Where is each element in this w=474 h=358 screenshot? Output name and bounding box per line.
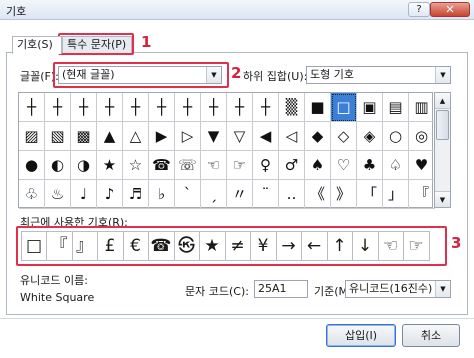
annotation-box-2 <box>53 62 229 88</box>
symbol-cell[interactable]: ◁ <box>279 122 305 151</box>
subset-label: 하위 집합(U): <box>243 70 308 83</box>
symbol-cell[interactable]: ┼ <box>71 93 97 122</box>
symbol-cell[interactable]: ◑ <box>71 151 97 180</box>
help-button[interactable]: ? <box>408 2 430 17</box>
symbol-cell[interactable]: ˏ <box>201 180 227 209</box>
subset-select[interactable]: 도형 기호 ▼ <box>306 66 451 84</box>
symbol-cell[interactable]: ▥ <box>409 93 435 122</box>
symbol-cell[interactable]: ☏ <box>175 151 201 180</box>
footer-divider <box>0 318 474 319</box>
symbol-cell[interactable]: ┼ <box>149 93 175 122</box>
symbol-cell[interactable]: ¨ <box>253 180 279 209</box>
symbol-grid: ┼ ┼ ┼ ┼ ┼ ┼ ┼ ┼ ┼ ┼ ▒ ■ □ ▣ ▤ ▥ ▨ ▧ ▩ ▲ △ ▶ ▷ ▼ ▽ ◀ ◁ ◆ ◇ ◈ ○ ◎ ● ◐ ◑ ★ ☆ ☎ ☏ ☜… <box>18 92 435 209</box>
symbol-cell[interactable]: ♥ <box>409 151 435 180</box>
symbol-cell[interactable]: ■ <box>305 93 331 122</box>
symbol-cell[interactable]: △ <box>123 122 149 151</box>
symbol-cell[interactable]: ▧ <box>45 122 71 151</box>
symbol-cell[interactable]: ♨ <box>45 180 71 209</box>
symbol-cell[interactable]: ♠ <box>305 151 331 180</box>
symbol-cell[interactable]: ♀ <box>253 151 279 180</box>
symbol-cell[interactable]: ◐ <box>45 151 71 180</box>
annotation-label-3: 3 <box>451 234 462 252</box>
scroll-down-icon[interactable]: ▼ <box>435 191 450 207</box>
symbol-cell[interactable]: ▣ <box>357 93 383 122</box>
annotation-label-2: 2 <box>231 64 242 82</box>
symbol-cell[interactable]: ♡ <box>331 151 357 180</box>
symbol-cell[interactable]: 《 <box>305 180 331 209</box>
unicode-name-value: White Square <box>20 291 95 304</box>
symbol-cell[interactable]: ▶ <box>149 122 175 151</box>
from-select-value: 유니코드(16진수) <box>349 282 433 295</box>
annotation-box-1 <box>58 33 134 55</box>
symbol-cell[interactable]: 」 <box>383 180 409 209</box>
chevron-down-icon[interactable]: ▼ <box>435 67 450 83</box>
subset-select-value: 도형 기호 <box>310 68 354 81</box>
title-bar: 기호 ? ✕ <box>0 0 474 20</box>
symbol-cell[interactable]: ☜ <box>201 151 227 180</box>
char-code-label: 문자 코드(C): <box>185 285 249 298</box>
symbol-cell[interactable]: 「 <box>357 180 383 209</box>
symbol-cell[interactable]: ♂ <box>279 151 305 180</box>
symbol-cell[interactable]: ○ <box>383 122 409 151</box>
from-select[interactable]: 유니코드(16진수) ▼ <box>345 280 451 298</box>
symbol-cell[interactable]: 》 <box>331 180 357 209</box>
symbol-cell[interactable]: ┼ <box>175 93 201 122</box>
symbol-cell[interactable]: ♬ <box>123 180 149 209</box>
symbol-cell[interactable]: ▷ <box>175 122 201 151</box>
window-title: 기호 <box>6 5 27 18</box>
symbol-cell[interactable]: ˋ <box>175 180 201 209</box>
insert-button[interactable]: 삽입(I) <box>326 324 396 347</box>
symbol-grid-scrollbar[interactable]: ▲ ▼ <box>434 92 451 208</box>
symbol-cell[interactable]: ▨ <box>19 122 45 151</box>
symbol-cell[interactable]: ▤ <box>383 93 409 122</box>
annotation-box-3 <box>16 226 447 266</box>
symbol-cell[interactable]: ♪ <box>97 180 123 209</box>
symbol-cell[interactable]: ┼ <box>227 93 253 122</box>
symbol-cell[interactable]: □ <box>331 93 357 122</box>
symbol-cell[interactable]: ▒ <box>279 93 305 122</box>
symbol-cell[interactable]: ☞ <box>227 151 253 180</box>
scroll-thumb[interactable] <box>436 110 449 140</box>
symbol-cell[interactable]: ● <box>19 151 45 180</box>
scroll-up-icon[interactable]: ▲ <box>435 93 450 109</box>
symbol-cell[interactable]: ★ <box>97 151 123 180</box>
symbol-cell[interactable]: ┼ <box>253 93 279 122</box>
symbol-cell[interactable]: ▲ <box>97 122 123 151</box>
symbol-cell[interactable]: ☎ <box>149 151 175 180</box>
symbol-cell[interactable]: 『 <box>409 180 435 209</box>
symbol-cell[interactable]: ◈ <box>357 122 383 151</box>
chevron-down-icon[interactable]: ▼ <box>435 281 450 297</box>
symbol-cell[interactable]: ☆ <box>123 151 149 180</box>
symbol-cell[interactable]: ◎ <box>409 122 435 151</box>
symbol-cell[interactable]: ◀ <box>253 122 279 151</box>
symbol-cell[interactable]: ◇ <box>331 122 357 151</box>
symbol-cell[interactable]: ♩ <box>71 180 97 209</box>
cancel-button[interactable]: 취소 <box>402 324 460 347</box>
symbol-cell[interactable]: ┼ <box>123 93 149 122</box>
symbol-cell[interactable]: ♭ <box>149 180 175 209</box>
symbol-cell[interactable]: ♤ <box>383 151 409 180</box>
annotation-label-1: 1 <box>141 33 152 51</box>
symbol-cell[interactable]: ┼ <box>201 93 227 122</box>
close-button[interactable]: ✕ <box>430 2 470 17</box>
symbol-cell[interactable]: ▽ <box>227 122 253 151</box>
symbol-cell[interactable]: ▩ <box>71 122 97 151</box>
char-code-input[interactable]: 25A1 <box>254 280 308 298</box>
symbol-cell[interactable]: ┼ <box>19 93 45 122</box>
symbol-cell[interactable]: ┼ <box>45 93 71 122</box>
symbol-cell[interactable]: ‥ <box>279 180 305 209</box>
symbol-cell[interactable]: ┼ <box>97 93 123 122</box>
symbol-cell[interactable]: ♣ <box>357 151 383 180</box>
tab-symbols[interactable]: 기호(S) <box>12 36 62 54</box>
symbol-cell[interactable]: ▼ <box>201 122 227 151</box>
symbol-cell[interactable]: 〃 <box>227 180 253 209</box>
symbol-cell[interactable]: ♧ <box>19 180 45 209</box>
unicode-name-label: 유니코드 이름: <box>20 274 88 287</box>
symbol-cell[interactable]: ◆ <box>305 122 331 151</box>
